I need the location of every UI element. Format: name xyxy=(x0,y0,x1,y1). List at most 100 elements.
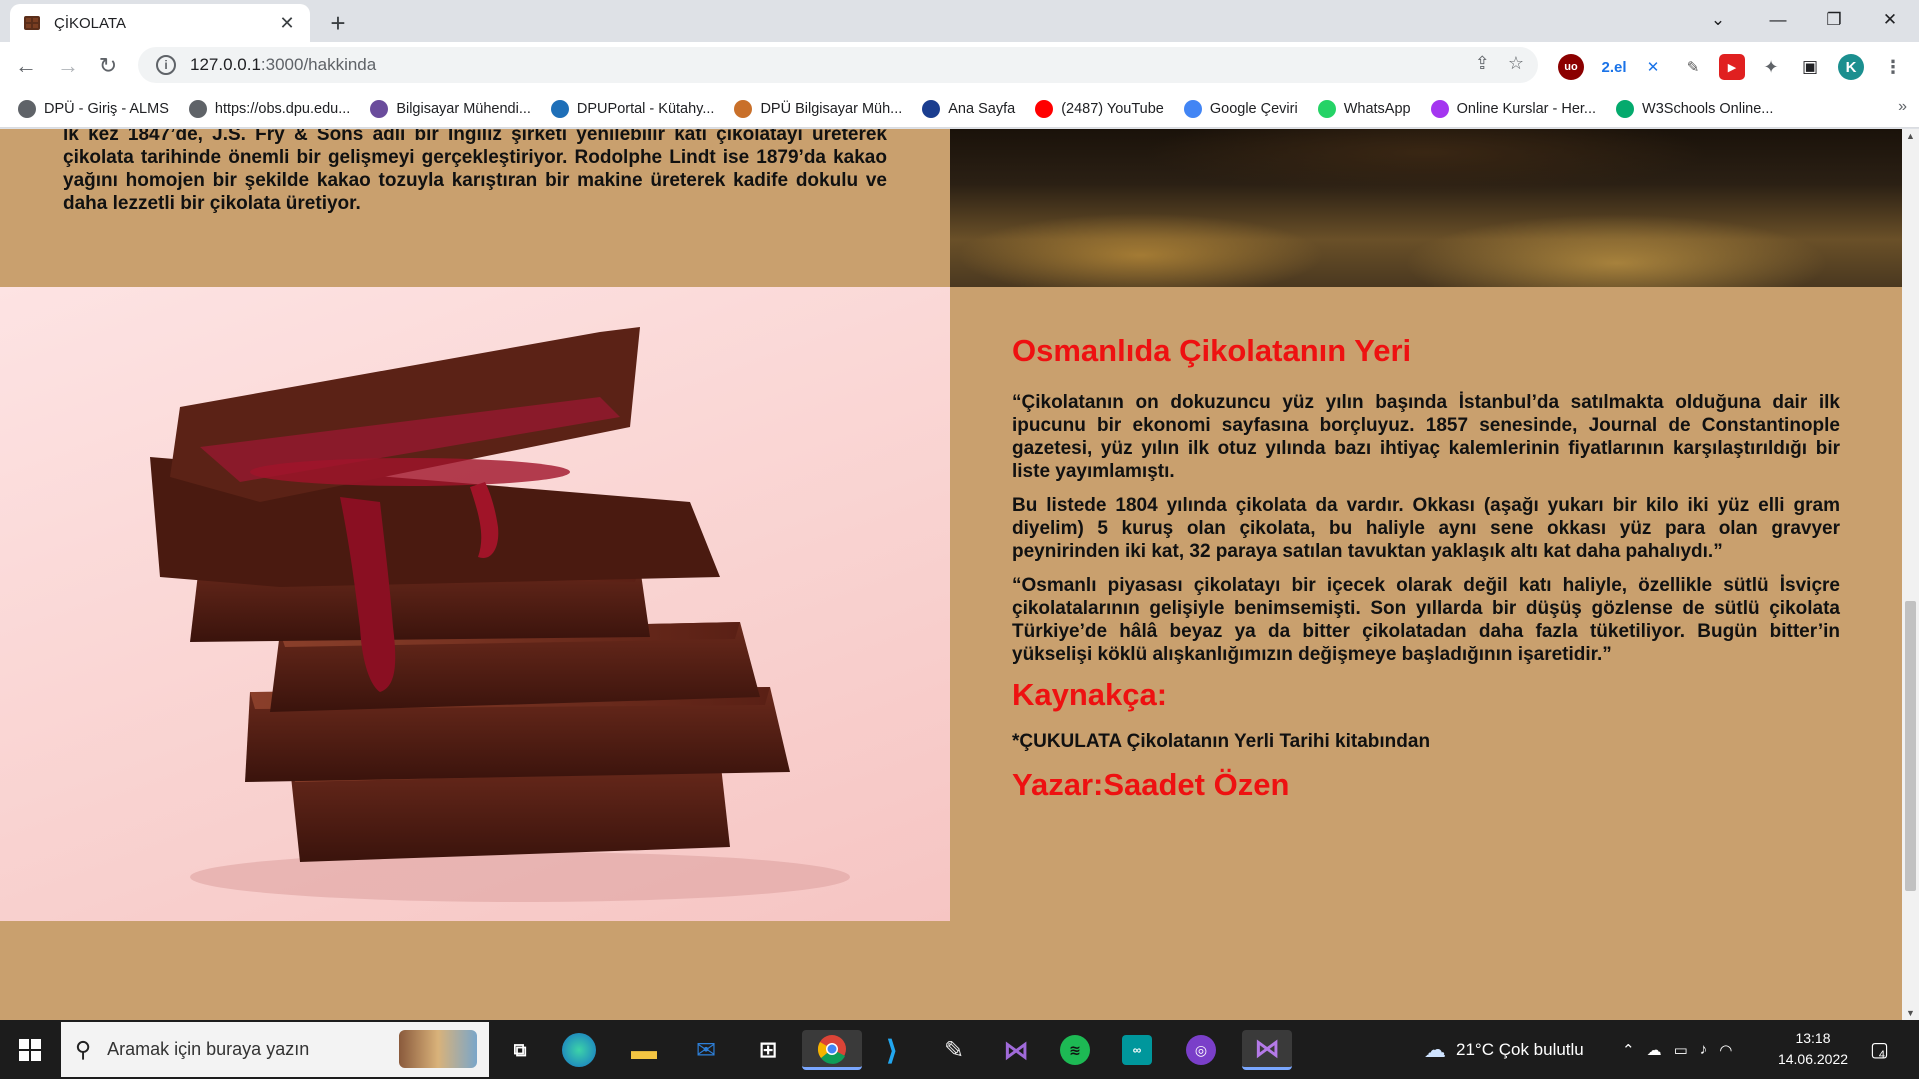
taskbar-search-box[interactable]: ⚲ Aramak için buraya yazın xyxy=(61,1022,489,1077)
scroll-up-icon[interactable]: ▲ xyxy=(1906,131,1915,141)
spotify-icon[interactable]: ≋ xyxy=(1060,1035,1090,1065)
tab-search-chevron-icon[interactable]: ⌄ xyxy=(1690,0,1746,40)
search-icon: ⚲ xyxy=(75,1036,92,1062)
bookmark-item[interactable]: DPÜ Bilgisayar Müh... xyxy=(734,99,902,118)
back-button[interactable]: ← xyxy=(10,50,42,82)
bookmark-item[interactable]: Bilgisayar Mühendi... xyxy=(370,99,531,118)
bookmark-label: Bilgisayar Mühendi... xyxy=(396,100,531,117)
cocoa-powder-image xyxy=(950,129,1902,287)
arduino-icon[interactable]: ∞ xyxy=(1122,1035,1152,1065)
wifi-icon[interactable]: ◠ xyxy=(1719,1041,1732,1059)
dpu-portal-icon xyxy=(550,99,569,118)
share-icon[interactable]: ⇪ xyxy=(1475,53,1490,74)
cloud-sync-icon[interactable]: ☁ xyxy=(1647,1041,1662,1059)
globe-icon xyxy=(18,99,36,118)
history-text-section: lk kez 1847’de, J.S. Fry & Sons adlı bir… xyxy=(0,129,950,287)
minimize-button[interactable]: — xyxy=(1750,0,1806,40)
extensions-puzzle-icon[interactable]: ✦ xyxy=(1758,54,1784,80)
github-desktop-icon[interactable]: ◎ xyxy=(1186,1035,1216,1065)
bookmark-item[interactable]: Ana Sayfa xyxy=(922,99,1016,118)
search-highlight-icon xyxy=(399,1030,477,1068)
microsoft-store-icon[interactable]: ⊞ xyxy=(748,1030,788,1070)
bookmarks-overflow-icon[interactable]: » xyxy=(1898,98,1907,116)
close-window-button[interactable]: ✕ xyxy=(1862,0,1918,40)
info-circle-icon xyxy=(370,99,389,118)
bookmark-star-icon[interactable]: ☆ xyxy=(1508,53,1524,74)
tools-extension-icon[interactable]: ✕ xyxy=(1640,54,1666,80)
paragraph-1: “Çikolatanın on dokuzuncu yüz yılın başı… xyxy=(1012,392,1840,482)
menu-kebab-icon[interactable]: ⋮ xyxy=(1880,54,1906,80)
edge-browser-icon[interactable] xyxy=(562,1033,596,1067)
intro-paragraph: lk kez 1847’de, J.S. Fry & Sons adlı bir… xyxy=(63,129,887,214)
ottoman-section: Osmanlıda Çikolatanın Yeri “Çikolatanın … xyxy=(950,287,1902,921)
paragraph-2: Bu listede 1804 yılında çikolata da vard… xyxy=(1012,495,1840,562)
bookmark-item[interactable]: WhatsApp xyxy=(1317,99,1411,118)
sources-heading: Kaynakça: xyxy=(1012,677,1168,712)
color-picker-extension-icon[interactable]: ✎ xyxy=(1680,54,1706,80)
bookmark-item[interactable]: (2487) YouTube xyxy=(1035,99,1164,118)
search-placeholder: Aramak için buraya yazın xyxy=(107,1039,310,1059)
browser-toolbar: ← → ↻ i 127.0.0.1:3000/hakkinda ⇪ ☆ uo 2… xyxy=(0,42,1919,90)
ottoman-heading: Osmanlıda Çikolatanın Yeri xyxy=(1012,333,1412,368)
reload-button[interactable]: ↻ xyxy=(92,50,124,82)
chrome-icon[interactable] xyxy=(802,1030,862,1070)
taskbar-clock[interactable]: 13:18 14.06.2022 xyxy=(1768,1028,1858,1070)
windows-taskbar: ⚲ Aramak için buraya yazın ⧉ ▬ ✉ ⊞ ⟩ ✎ ⋈… xyxy=(0,1020,1919,1079)
bookmark-label: WhatsApp xyxy=(1343,100,1411,117)
tab-cikolata[interactable]: ÇİKOLATA ✕ xyxy=(10,4,310,42)
bookmark-label: Google Çeviri xyxy=(1209,100,1298,117)
whatsapp-icon xyxy=(1317,99,1336,118)
bookmark-label: https://obs.dpu.edu... xyxy=(214,100,351,117)
new-tab-button[interactable]: + xyxy=(322,7,354,39)
bookmark-item[interactable]: Online Kurslar - Her... xyxy=(1430,99,1596,118)
scrollbar-thumb[interactable] xyxy=(1905,601,1916,891)
profile-avatar[interactable]: K xyxy=(1838,54,1864,80)
bookmark-item[interactable]: https://obs.dpu.edu... xyxy=(188,99,351,118)
2el-extension-icon[interactable]: 2.el xyxy=(1597,54,1631,80)
chocolate-favicon-icon xyxy=(22,13,42,33)
source-item: *ÇUKULATA Çikolatanın Yerli Tarihi kitab… xyxy=(1012,731,1431,752)
scroll-down-icon[interactable]: ▼ xyxy=(1906,1008,1915,1018)
bookmark-label: DPUPortal - Kütahy... xyxy=(576,100,715,117)
bookmark-item[interactable]: DPUPortal - Kütahy... xyxy=(550,99,715,118)
bookmark-item[interactable]: Google Çeviri xyxy=(1183,99,1298,118)
side-panel-icon[interactable]: ▣ xyxy=(1797,54,1823,80)
close-tab-icon[interactable]: ✕ xyxy=(276,13,298,34)
vscode-icon[interactable]: ⟩ xyxy=(872,1030,912,1070)
battery-icon[interactable]: ▭ xyxy=(1674,1041,1688,1059)
bookmarks-bar: DPÜ - Giriş - ALMS https://obs.dpu.edu...… xyxy=(0,90,1919,128)
windows-logo-icon xyxy=(19,1038,41,1061)
paragraph-3: “Osmanlı piyasası çikolatayı bir içecek … xyxy=(1012,575,1840,665)
bookmark-label: Ana Sayfa xyxy=(948,100,1016,117)
tab-strip: ÇİKOLATA ✕ + ⌄ — ❐ ✕ xyxy=(0,0,1919,42)
notification-count: 4 xyxy=(1878,1048,1886,1061)
address-bar[interactable]: i 127.0.0.1:3000/hakkinda ⇪ ☆ xyxy=(138,47,1538,83)
bookmark-item[interactable]: DPÜ - Giriş - ALMS xyxy=(18,99,169,118)
visual-studio-installer-icon[interactable]: ⋈ xyxy=(1242,1030,1292,1070)
restore-button[interactable]: ❐ xyxy=(1806,0,1862,40)
url-text: 127.0.0.1:3000/hakkinda xyxy=(190,55,377,74)
site-info-icon[interactable]: i xyxy=(156,55,176,75)
tray-chevron-icon[interactable]: ⌃ xyxy=(1622,1041,1635,1059)
volume-icon[interactable]: ♪ xyxy=(1700,1041,1708,1058)
notification-center-icon[interactable]: ▢ 4 xyxy=(1870,1020,1889,1079)
paint-3d-icon[interactable]: ✎ xyxy=(934,1030,974,1070)
weather-widget[interactable]: ☁ 21°C Çok bulutlu xyxy=(1424,1020,1584,1079)
bookmark-item[interactable]: W3Schools Online... xyxy=(1616,99,1773,118)
ublock-extension-icon[interactable]: uo xyxy=(1558,54,1584,80)
mail-icon[interactable]: ✉ xyxy=(686,1030,726,1070)
author-heading: Yazar:Saadet Özen xyxy=(1012,767,1290,802)
w3schools-icon xyxy=(1616,99,1635,118)
visual-studio-icon[interactable]: ⋈ xyxy=(996,1030,1036,1070)
task-view-icon[interactable]: ⧉ xyxy=(500,1030,540,1070)
btk-logo-icon xyxy=(922,99,941,118)
bookmark-label: (2487) YouTube xyxy=(1061,100,1164,117)
forward-button[interactable]: → xyxy=(52,50,84,82)
youtube-icon xyxy=(1035,99,1054,118)
system-tray: ⌃ ☁ ▭ ♪ ◠ xyxy=(1622,1020,1732,1079)
google-translate-icon xyxy=(1183,99,1202,118)
youtube-extension-icon[interactable]: ▶ xyxy=(1719,54,1745,80)
start-button[interactable] xyxy=(0,1020,60,1079)
page-scrollbar[interactable]: ▲ ▼ xyxy=(1902,129,1919,1020)
file-explorer-icon[interactable]: ▬ xyxy=(624,1030,664,1070)
